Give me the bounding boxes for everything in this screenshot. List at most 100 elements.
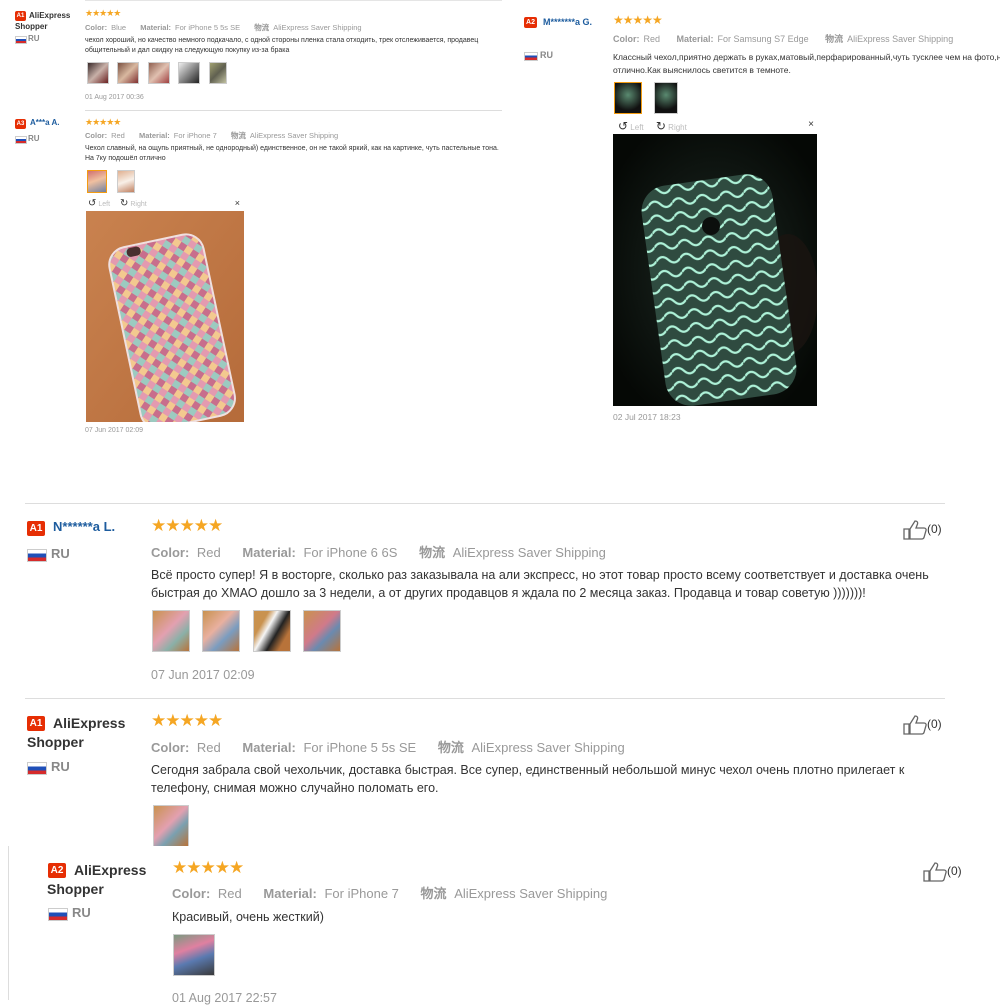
- material-label: Material:: [138, 131, 170, 140]
- review-photo-thumbnail[interactable]: [252, 610, 291, 652]
- divider: [85, 0, 502, 1]
- review-photos: [173, 934, 215, 976]
- reviewer-name[interactable]: M*******a G.: [524, 16, 602, 29]
- review-text: Сегодня забрала свой чехольчик, доставка…: [151, 763, 905, 795]
- enlarged-review-photo: [86, 211, 244, 422]
- rotate-left-icon[interactable]: ↺: [618, 119, 628, 133]
- shipping-value: AliExpress Saver Shipping: [471, 740, 625, 755]
- shipping-label: 物流: [254, 23, 270, 32]
- thumbs-up-icon[interactable]: [923, 862, 947, 882]
- color-value: Red: [217, 886, 242, 901]
- color-value: Red: [111, 131, 125, 140]
- review-photo-thumbnail[interactable]: [654, 82, 679, 114]
- image-viewer-toolbar: ↺ Left ↻ Right ×: [88, 198, 244, 210]
- review-photos: [153, 805, 189, 847]
- review-item: A2 AliExpress Shopper RU ★★★★★ Color: Re…: [8, 846, 1000, 1005]
- review-photo-thumbnail[interactable]: [173, 934, 215, 976]
- review-photo-thumbnail[interactable]: [208, 62, 227, 84]
- russia-flag-icon: [27, 762, 47, 775]
- review-date: 01 Aug 2017 00:36: [85, 94, 144, 101]
- review-panel-top-left-2: A3 A***a A. RU ★★★★★ Color: Red Material:…: [0, 112, 502, 434]
- rotate-right-icon[interactable]: ↻: [656, 119, 666, 133]
- rating-stars: ★★★★★: [613, 13, 663, 27]
- country-code: RU: [540, 50, 553, 60]
- close-icon[interactable]: ×: [808, 119, 814, 130]
- image-viewer-toolbar: ↺ Left ↻ Right ×: [618, 119, 818, 133]
- helpful-count: (0): [927, 717, 942, 732]
- review-text: чехол хороший, но качество немного подка…: [85, 37, 479, 54]
- rotate-left-icon[interactable]: ↺: [88, 198, 96, 209]
- color-label: Color:: [85, 131, 108, 140]
- country-code: RU: [51, 546, 70, 561]
- helpful-count: (0): [927, 522, 942, 537]
- review-photo-thumbnail[interactable]: [153, 805, 189, 847]
- review-panel-top-left-1: A1 AliExpress Shopper RU ★★★★★ Color: Blu…: [0, 0, 502, 108]
- review-photo-thumbnail[interactable]: [614, 82, 642, 114]
- review-photos: [614, 82, 679, 114]
- reviewer-name[interactable]: A***a A.: [30, 118, 60, 127]
- color-label: Color:: [151, 740, 190, 755]
- review-date: 07 Jun 2017 02:09: [85, 427, 143, 434]
- reviewer-name[interactable]: N******a L.: [53, 519, 115, 534]
- shipping-label: 物流: [825, 34, 844, 44]
- thumbs-up-icon[interactable]: [903, 715, 927, 735]
- review-photo-thumbnail[interactable]: [87, 62, 109, 84]
- rotate-left-label[interactable]: Left: [98, 201, 110, 208]
- reviewer-name[interactable]: AliExpress Shopper: [15, 10, 75, 32]
- sku-info: Color: Red Material: For Samsung S7 Edge 物…: [613, 32, 957, 45]
- review-text: Красивый, очень жесткий): [172, 910, 324, 924]
- buyer-level-badge: A3: [15, 119, 26, 129]
- close-icon[interactable]: ×: [235, 198, 240, 208]
- thumbs-up-icon[interactable]: [903, 520, 927, 540]
- review-text: Чехол славный, на ощупь приятный, не одн…: [85, 145, 499, 162]
- material-value: For Samsung S7 Edge: [717, 34, 809, 44]
- color-value: Red: [196, 740, 221, 755]
- shipping-label: 物流: [230, 131, 246, 140]
- material-label: Material:: [242, 740, 296, 755]
- rating-stars: ★★★★★: [85, 117, 121, 127]
- russia-flag-icon: [48, 908, 68, 921]
- review-photo-thumbnail[interactable]: [117, 170, 136, 193]
- material-value: For iPhone 5 5s SE: [175, 23, 241, 32]
- rotate-left-label[interactable]: Left: [630, 123, 643, 132]
- review-photo-thumbnail[interactable]: [87, 170, 107, 193]
- review-photo-thumbnail[interactable]: [303, 610, 342, 652]
- review-photos: [87, 62, 227, 84]
- material-label: Material:: [263, 886, 317, 901]
- helpful-vote[interactable]: (0): [903, 520, 942, 540]
- review-item: A1 N******a L. RU ★★★★★ Color: Red Mater…: [0, 504, 1000, 698]
- helpful-vote[interactable]: (0): [903, 715, 942, 735]
- helpful-vote[interactable]: (0): [923, 862, 962, 882]
- shipping-value: AliExpress Saver Shipping: [249, 131, 339, 140]
- material-value: For iPhone 5 5s SE: [303, 740, 417, 755]
- divider: [85, 110, 502, 111]
- shipping-value: AliExpress Saver Shipping: [273, 23, 362, 32]
- review-photo-thumbnail[interactable]: [117, 62, 140, 84]
- material-label: Material:: [676, 34, 714, 44]
- review-photo-thumbnail[interactable]: [202, 610, 241, 652]
- review-date: 07 Jun 2017 02:09: [151, 668, 255, 682]
- shipping-value: AliExpress Saver Shipping: [454, 886, 608, 901]
- review-photo-thumbnail[interactable]: [147, 62, 170, 84]
- rotate-right-label[interactable]: Right: [130, 201, 146, 208]
- color-value: Red: [196, 545, 221, 560]
- review-photo-thumbnail[interactable]: [178, 62, 201, 84]
- review-text: Классный чехол,приятно держать в руках,м…: [613, 52, 1000, 75]
- sku-info: Color: Red Material: For iPhone 6 6S 物流 …: [151, 542, 610, 561]
- rotate-right-icon[interactable]: ↻: [120, 198, 128, 209]
- material-label: Material:: [140, 23, 172, 32]
- review-photo-thumbnail[interactable]: [152, 610, 190, 652]
- color-label: Color:: [151, 545, 190, 560]
- review-date: 01 Aug 2017 22:57: [172, 991, 277, 1005]
- material-label: Material:: [242, 545, 296, 560]
- review-date: 02 Jul 2017 18:23: [613, 412, 681, 422]
- country-code: RU: [72, 905, 91, 920]
- color-value: Blue: [111, 23, 127, 32]
- reviewer-name[interactable]: AliExpress Shopper: [27, 714, 137, 752]
- rotate-right-label[interactable]: Right: [668, 123, 687, 132]
- russia-flag-icon: [15, 136, 27, 144]
- country-code: RU: [51, 759, 70, 774]
- reviewer-name[interactable]: AliExpress Shopper: [47, 861, 157, 899]
- enlarged-review-photo: [613, 134, 817, 406]
- country-code: RU: [28, 134, 40, 143]
